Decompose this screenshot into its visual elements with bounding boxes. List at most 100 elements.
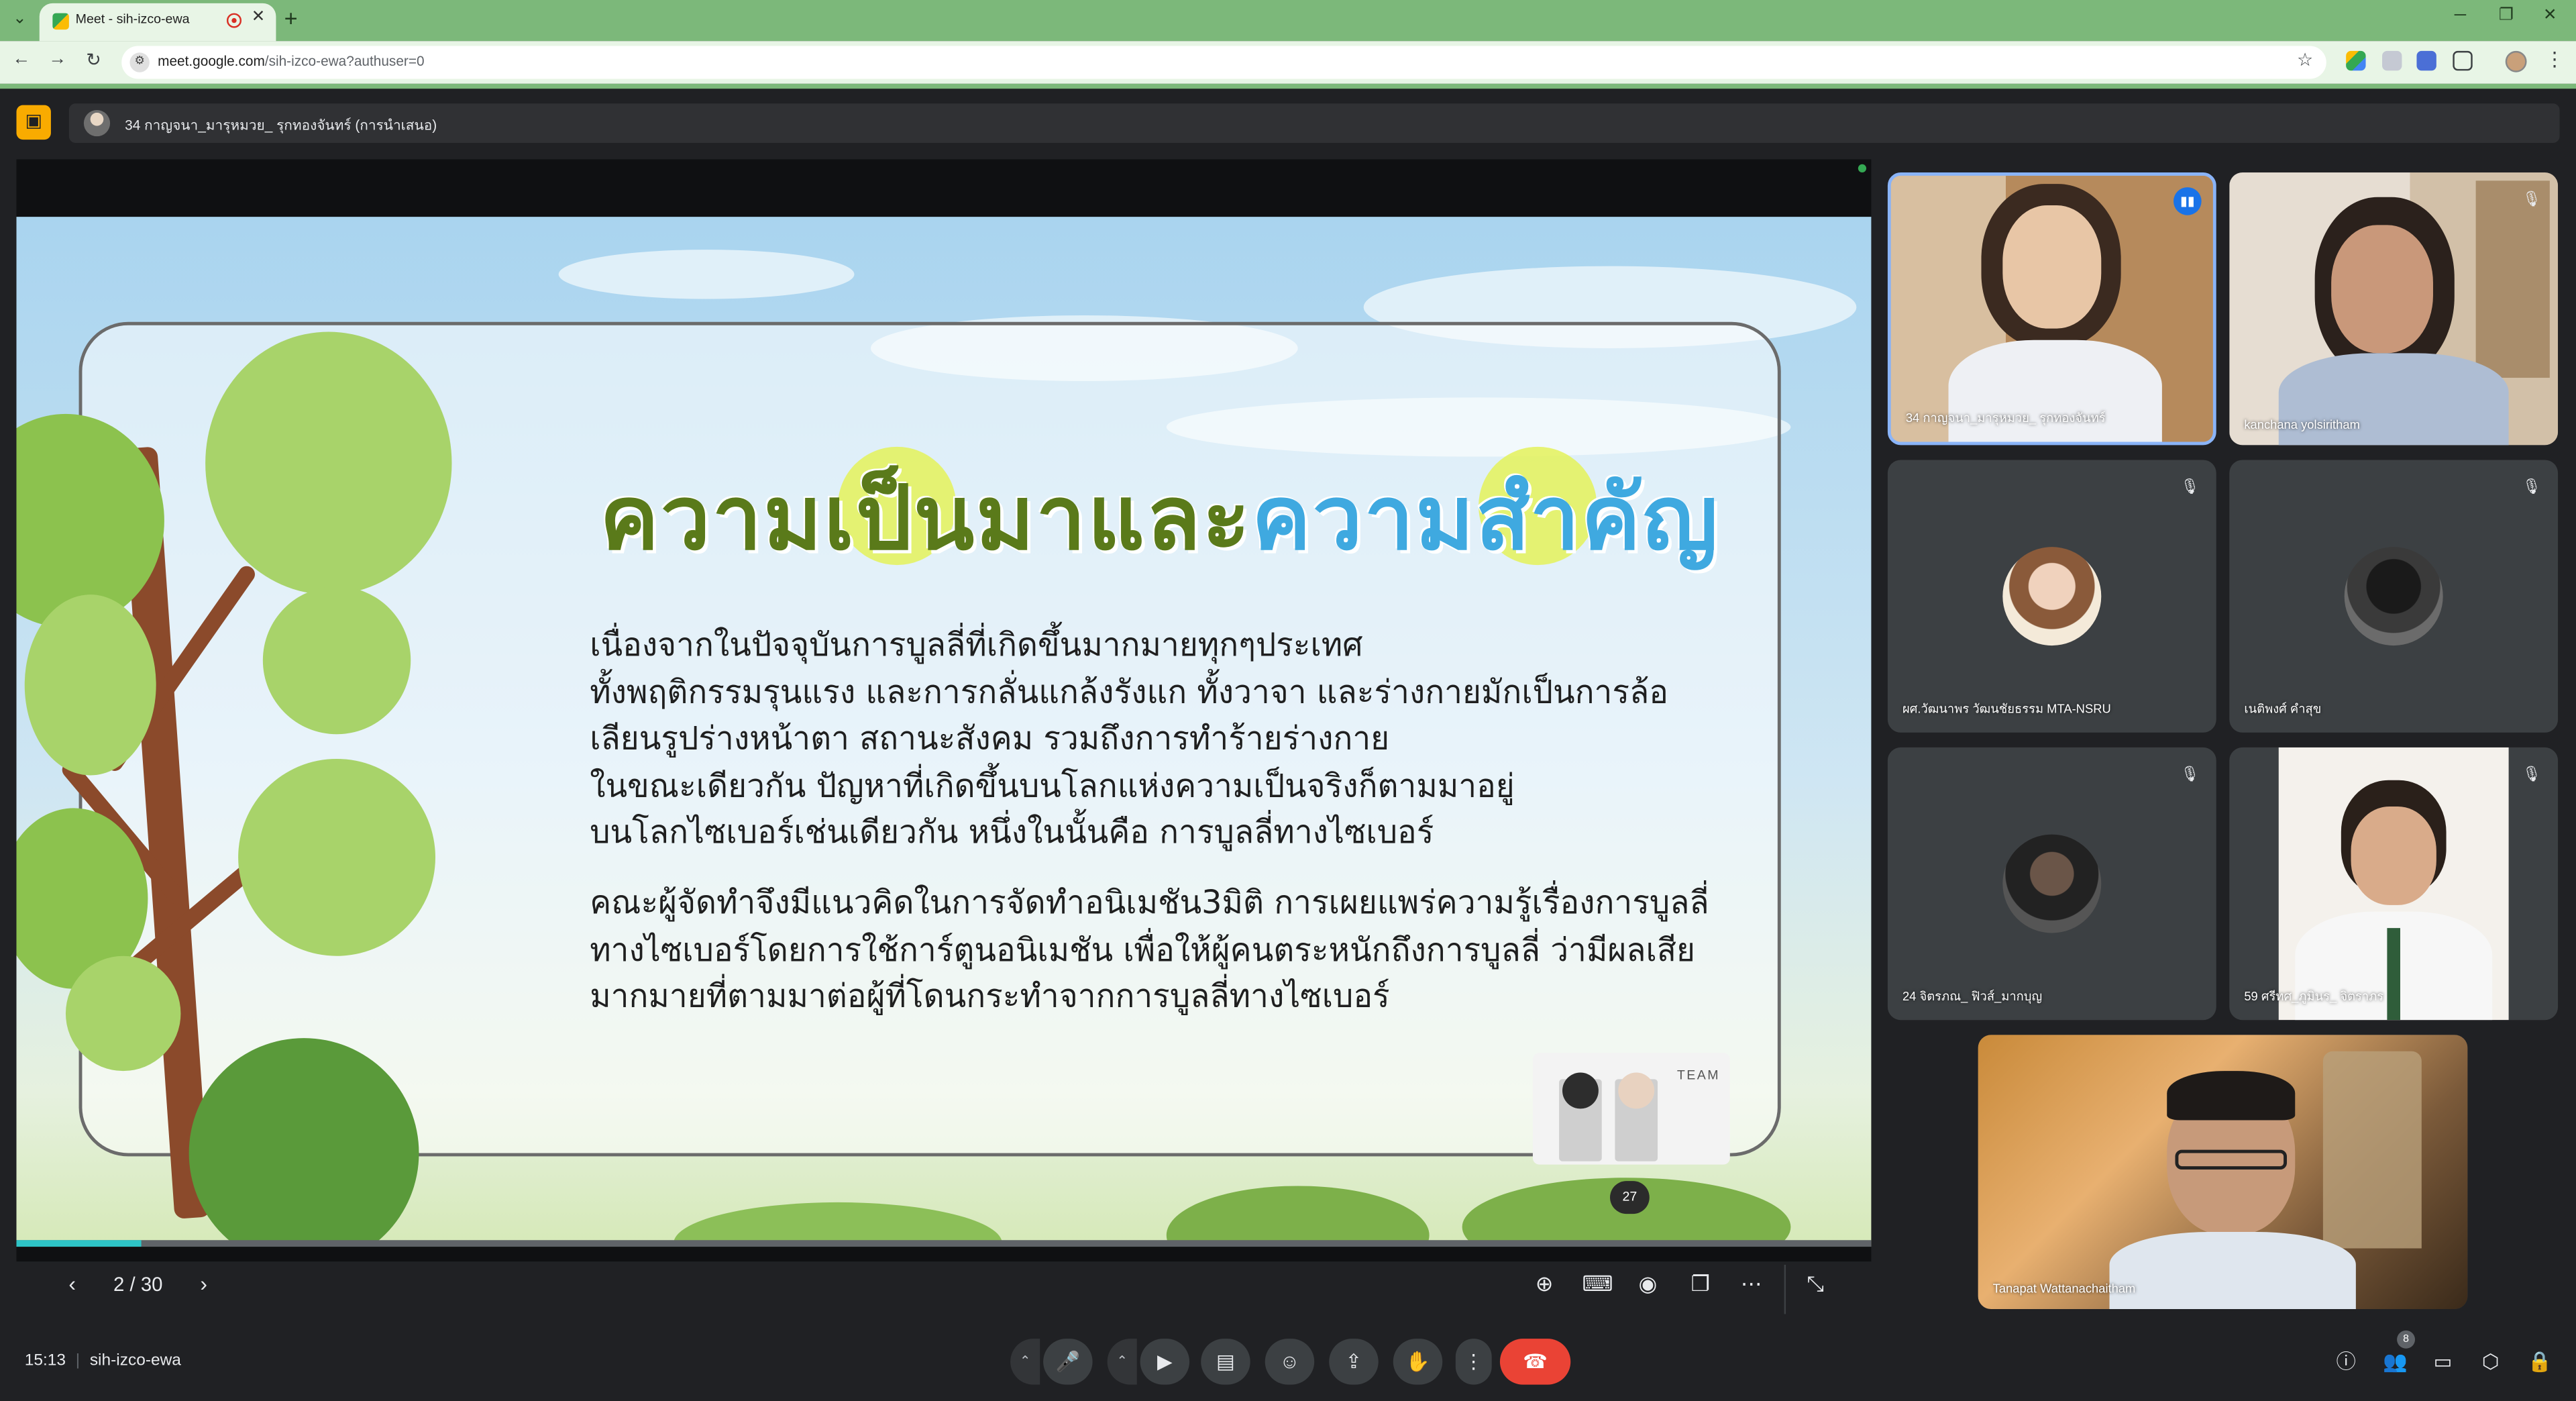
person-shirt <box>2109 1232 2356 1310</box>
extension-icon[interactable] <box>2382 50 2402 71</box>
participant-tile[interactable]: 🎙 59 ศรีทศ_ภูมินร_ จิตราภร <box>2229 747 2559 1021</box>
window-close-icon[interactable]: ✕ <box>2543 7 2557 25</box>
tree-foliage <box>24 594 156 776</box>
raise-hand-button[interactable]: ✋ <box>1393 1339 1443 1385</box>
slide-line: คณะผู้จัดทำจึงมีแนวคิดในการจัดทำอนิเมชัน… <box>590 884 1709 922</box>
participant-avatar <box>2002 547 2102 646</box>
keyboard-icon[interactable]: ⌨ <box>1582 1269 1613 1299</box>
next-slide-icon[interactable]: › <box>189 1269 219 1299</box>
host-controls-icon[interactable]: 🔒 <box>2525 1347 2555 1376</box>
drive-extension-icon[interactable] <box>2346 50 2366 71</box>
participant-tile[interactable]: 🎙 kanchana yolsiritham <box>2229 172 2559 446</box>
muted-mic-icon: 🎙 <box>2522 765 2541 782</box>
tab-search-icon[interactable]: ⌄ <box>7 7 33 33</box>
person-tie <box>2387 928 2400 1021</box>
chat-icon[interactable]: ▭ <box>2428 1347 2458 1376</box>
muted-mic-icon: 🎙 <box>2180 765 2200 782</box>
separator: | <box>75 1351 80 1370</box>
participant-tile[interactable]: 🎙 ผศ.วัฒนาพร วัฒนชัยธรรม MTA-NSRU <box>1887 460 2216 733</box>
slide-line: บนโลกไซเบอร์เช่นเดียวกัน หนึ่งในนั้นคือ … <box>590 813 1434 851</box>
more-options-icon[interactable]: ⋯ <box>1737 1269 1766 1299</box>
camera-button[interactable]: ▶ <box>1140 1339 1190 1385</box>
toolbar-divider <box>0 83 2576 89</box>
restore-icon[interactable]: ❐ <box>2499 7 2514 25</box>
slide-progress-bar <box>16 1240 1872 1247</box>
bookmark-star-icon[interactable]: ☆ <box>2297 49 2313 70</box>
video-options-icon[interactable]: ⌃ <box>1107 1339 1137 1385</box>
translate-extension-icon[interactable] <box>2416 50 2436 71</box>
participant-name: เนติพงศ์ คำสุข <box>2244 701 2322 717</box>
present-button[interactable]: ⇪ <box>1329 1339 1379 1385</box>
extensions-puzzle-icon[interactable] <box>2453 50 2473 71</box>
participant-name: 59 ศรีทศ_ภูมินร_ จิตราภร <box>2244 988 2384 1004</box>
cloud <box>558 250 855 299</box>
meeting-code: sih-izco-ewa <box>89 1351 181 1370</box>
reload-icon[interactable]: ↻ <box>82 49 105 70</box>
previous-slide-icon[interactable]: ‹ <box>58 1269 87 1299</box>
tree-foliage <box>65 955 181 1072</box>
hand-icon: ✋ <box>1405 1350 1430 1373</box>
meeting-details-icon[interactable]: ⓘ <box>2331 1347 2361 1376</box>
address-bar[interactable]: ⚙ meet.google.com/sih-izco-ewa?authuser=… <box>121 46 2326 79</box>
slide-paragraph-1: เนื่องจากในปัจจุบันการบูลลี่ที่เกิดขึ้นม… <box>590 623 1668 857</box>
presenter-label: 34 กาญจนา_มารุหมวย_ รุกทองจันทร์ (การนำเ… <box>125 116 437 134</box>
end-call-icon: ☎ <box>1523 1350 1548 1373</box>
participant-tile[interactable]: Tanapat Wattanachaitham <box>1978 1035 2468 1310</box>
new-tab-icon[interactable]: + <box>284 5 298 31</box>
presenting-badge-icon[interactable]: ▣ <box>16 105 51 140</box>
tree-foliage <box>262 586 411 735</box>
participant-name: 24 จิตรภณ_ ฟิวส์_มากบุญ <box>1902 988 2043 1004</box>
emoji-button[interactable]: ☺ <box>1265 1339 1315 1385</box>
slide-paragraph-2: คณะผู้จัดทำจึงมีแนวคิดในการจัดทำอนิเมชัน… <box>590 880 1709 1021</box>
mic-button[interactable]: 🎤 <box>1043 1339 1093 1385</box>
tab-title: Meet - sih-izco-ewa <box>75 11 190 27</box>
zoom-in-icon[interactable]: ⊕ <box>1529 1269 1559 1299</box>
muted-mic-icon: 🎙 <box>2180 478 2200 495</box>
browser-toolbar: ← → ↻ ⚙ meet.google.com/sih-izco-ewa?aut… <box>0 41 2576 84</box>
profile-avatar[interactable] <box>2505 50 2527 72</box>
team-label: TEAM <box>1676 1068 1721 1083</box>
team-member-figure <box>1559 1072 1602 1161</box>
team-member-figure <box>1615 1072 1658 1161</box>
forward-icon[interactable]: → <box>46 49 69 68</box>
team-member-head <box>1562 1072 1599 1109</box>
participant-tile[interactable]: ▮▮ 34 กาญจนา_มารุหมวย_ รุกทองจันทร์ <box>1887 172 2216 446</box>
picture-in-picture-icon[interactable]: ❐ <box>1686 1269 1715 1299</box>
captions-icon: ▤ <box>1216 1350 1235 1373</box>
url-path: /sih-izco-ewa?authuser=0 <box>264 52 425 69</box>
browser-tab-strip: ⌄ Meet - sih-izco-ewa ✕ + ─ ❐ ✕ <box>0 0 2576 42</box>
tree-foliage <box>238 758 435 956</box>
people-icon[interactable]: 👥 <box>2381 1347 2410 1376</box>
presenter-bar: 34 กาญจนา_มารุหมวย_ รุกทองจันทร์ (การนำเ… <box>68 103 2560 143</box>
slide-title-part2: ความสำคัญ <box>1251 466 1720 570</box>
minimize-icon[interactable]: ─ <box>2455 7 2466 25</box>
audio-options-icon[interactable]: ⌃ <box>1010 1339 1040 1385</box>
tree-foliage <box>205 331 452 595</box>
captions-button[interactable]: ▤ <box>1201 1339 1250 1385</box>
back-icon[interactable]: ← <box>10 49 33 68</box>
more-options-button[interactable]: ⋮ <box>1455 1339 1492 1385</box>
broadcast-icon[interactable]: ◉ <box>1633 1269 1662 1299</box>
exit-fullscreen-icon[interactable]: ⤡ <box>1801 1269 1830 1299</box>
person-hair <box>2167 1071 2296 1121</box>
person-face <box>2351 806 2436 905</box>
muted-mic-icon: 🎙 <box>2522 190 2541 207</box>
close-tab-icon[interactable]: ✕ <box>252 8 266 26</box>
participant-tile[interactable]: 🎙 เนติพงศ์ คำสุข <box>2229 460 2559 733</box>
browser-tab[interactable]: Meet - sih-izco-ewa ✕ <box>39 3 276 42</box>
activities-icon[interactable]: ⬡ <box>2476 1347 2506 1376</box>
controls-divider <box>1784 1264 1786 1314</box>
recording-icon <box>226 13 242 28</box>
present-screen-icon: ⇪ <box>1345 1350 1362 1373</box>
slide-title: ความเป็นมาและความสำคัญ <box>600 447 1719 578</box>
slide-title-part1: ความเป็นมาและ <box>599 466 1252 570</box>
leave-call-button[interactable]: ☎ <box>1499 1339 1571 1385</box>
site-info-icon[interactable]: ⚙ <box>129 52 150 72</box>
current-time: 15:13 <box>24 1351 66 1370</box>
browser-menu-icon[interactable]: ⋮ <box>2545 48 2565 70</box>
slide-counter: 2 / 30 <box>113 1273 163 1296</box>
slide-page-bubble: 27 <box>1610 1181 1650 1214</box>
live-indicator <box>1858 164 1867 173</box>
participant-tile[interactable]: 🎙 24 จิตรภณ_ ฟิวส์_มากบุญ <box>1887 747 2216 1021</box>
mic-icon: 🎤 <box>1055 1350 1081 1373</box>
